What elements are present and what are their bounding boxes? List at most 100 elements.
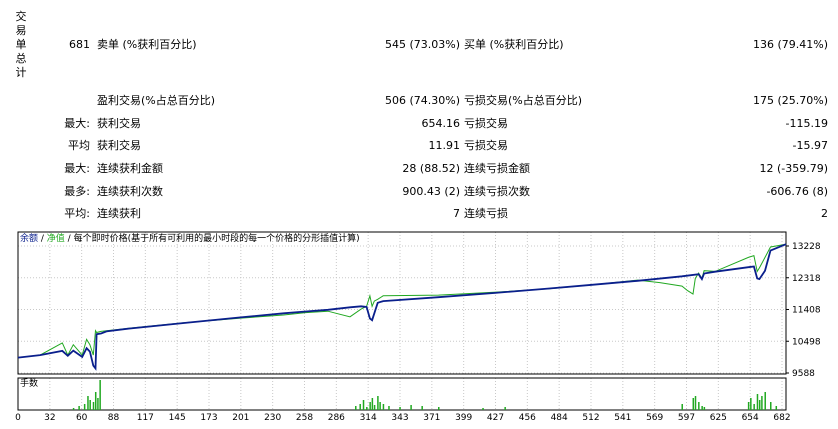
volume-bar [410,405,412,410]
x-tick-label: 682 [773,413,790,423]
row6-prefix: 最多: [64,185,90,198]
row7-prefix: 平均: [64,207,90,220]
x-tick-label: 597 [678,413,695,423]
average-consecutive-wins-value: 7 [453,207,460,220]
volume-bar [89,400,91,410]
volume-bar [421,406,423,410]
stats-row-4: 平均 获利交易 11.91 亏损交易 -15.97 [0,135,838,157]
max-consecutive-loss-value: 12 (-359.79) [759,162,828,175]
volume-bar [99,380,101,410]
stats-row-7: 平均: 连续获利 7 连续亏损 2 [0,203,838,225]
volume-bar [388,406,390,410]
max-consecutive-loss-label: 连续亏损金额 [464,162,530,175]
y-tick-label: 11408 [792,306,821,316]
most-consecutive-wins-value: 900.43 (2) [402,185,460,198]
legend-equity: 净值 [47,232,65,244]
stats-row-5: 最大: 连续获利金额 28 (88.52) 连续亏损金额 12 (-359.79… [0,158,838,180]
largest-profit-label: 获利交易 [97,117,141,130]
x-tick-label: 88 [108,413,120,423]
legend-separator-2: / [65,234,74,244]
side-label-char: 计 [15,66,27,79]
x-tick-label: 314 [360,413,377,423]
stats-row-3: 最大: 获利交易 654.16 亏损交易 -115.19 [0,113,838,135]
volume-bar [694,396,697,410]
volume-bar [756,394,759,410]
x-tick-label: 343 [391,413,408,423]
row5-prefix: 最大: [64,162,90,175]
volume-bar [377,396,379,410]
loss-trades-label: 亏损交易(%占总百分比) [464,94,583,107]
volume-plot-frame [17,377,787,411]
volume-bar [681,404,683,410]
average-loss-value: -15.97 [792,139,828,152]
x-axis-ticks: 0 32 60 88 117 145 173 201 230 258 286 314 343 371 399… [15,413,790,423]
x-tick-label: 654 [742,413,759,423]
average-loss-label: 亏损交易 [464,139,508,152]
volume-bar [83,404,86,410]
side-label-char: 交 [15,10,27,23]
volume-bar [371,398,374,410]
volume-bar [382,404,385,410]
x-tick-label: 230 [264,413,281,423]
row4-prefix: 平均 [68,139,90,152]
x-tick-label: 512 [582,413,599,423]
x-tick-label: 201 [232,413,249,423]
x-tick-label: 541 [614,413,631,423]
largest-loss-value: -115.19 [785,117,828,130]
volume-bar [97,398,99,410]
average-consecutive-wins-label: 连续获利 [97,207,141,220]
row3-prefix: 最大: [64,117,90,130]
profit-trades-label: 盈利交易(%占总百分比) [97,94,216,107]
volume-bar [72,408,75,410]
x-tick-label: 456 [519,413,536,423]
chart-grid [17,232,786,410]
volume-bar [775,406,778,410]
x-tick-label: 32 [44,413,55,423]
volume-bar [764,392,766,410]
volume-bar [747,402,750,410]
volume-bar [703,407,706,410]
main-plot-border [17,231,787,375]
loss-trades-value: 175 (25.70%) [752,94,828,107]
volume-bar [482,408,484,410]
x-tick-label: 427 [487,413,504,423]
max-consecutive-profit-label: 连续获利金额 [97,162,163,175]
most-consecutive-losses-label: 连续亏损次数 [464,185,530,198]
y-tick-label: 10498 [792,337,821,347]
stats-row-6: 最多: 连续获利次数 900.43 (2) 连续亏损次数 -606.76 (8) [0,181,838,203]
volume-bars [72,380,778,410]
volume-plot-border [17,377,787,411]
balance-line [17,243,787,371]
x-tick-label: 569 [646,413,663,423]
volume-bar [438,407,440,410]
short-trades-value: 545 (73.03%) [384,38,460,51]
chart-series [17,243,787,371]
volume-bar [373,405,376,410]
volume-bar [698,402,700,410]
average-profit-value: 11.91 [428,139,461,152]
long-trades-value: 136 (79.41%) [752,38,828,51]
volume-bar [369,402,371,410]
profit-trades-value: 506 (74.30%) [384,94,460,107]
average-consecutive-losses-value: 2 [821,207,828,220]
volume-bar [504,407,506,410]
most-consecutive-wins-label: 连续获利次数 [97,185,163,198]
x-tick-label: 173 [200,413,217,423]
x-tick-label: 117 [137,413,154,423]
largest-profit-value: 654.16 [421,117,461,130]
legend-separator-1: / [38,234,47,244]
equity-line [17,243,787,359]
y-tick-label: 13228 [792,242,821,252]
x-tick-label: 258 [296,413,313,423]
x-tick-label: 286 [328,413,345,423]
x-tick-label: 371 [423,413,440,423]
equity-chart-panel: 余额 / 净值 / 每个即时价格(基于所有可利用的最小时段的每一个价格的分形插值… [0,228,838,429]
x-tick-label: 484 [551,413,568,423]
largest-loss-label: 亏损交易 [464,117,508,130]
volume-bar [750,398,752,410]
y-tick-label: 9588 [792,369,815,379]
average-consecutive-losses-label: 连续亏损 [464,207,508,220]
volume-bar [379,402,381,410]
volume-bar [78,406,80,410]
volume-label: 手数 [20,377,38,389]
